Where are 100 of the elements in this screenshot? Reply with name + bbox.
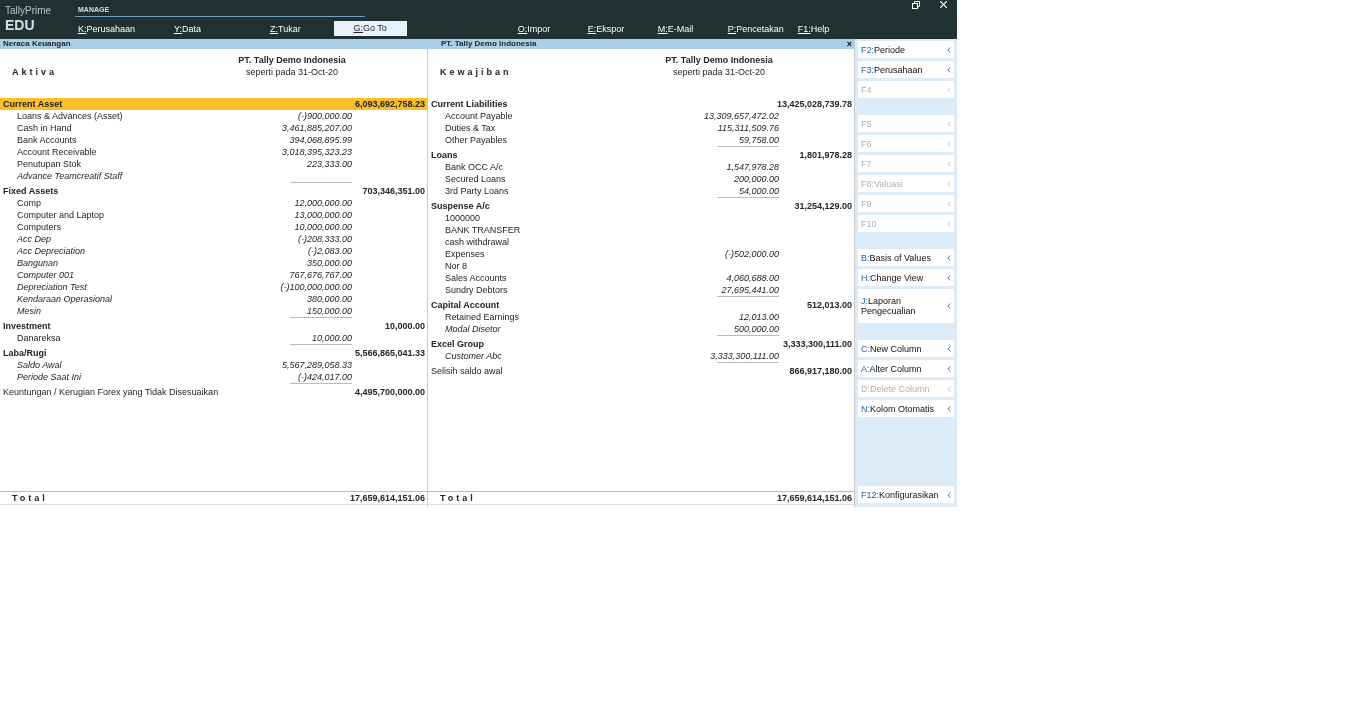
ledger-name: Account Receivable — [16, 146, 98, 158]
chevron-icon — [947, 86, 951, 93]
chevron-icon — [947, 120, 951, 127]
sidebar-button[interactable]: F3:Perusahaan — [858, 61, 954, 78]
ledger-amount: 54,000.00 — [737, 185, 779, 197]
chevron-icon — [947, 491, 951, 498]
close-button[interactable]: × — [846, 40, 852, 48]
sidebar-button[interactable]: F2:Periode — [858, 41, 954, 58]
account-name: Investment — [2, 320, 52, 332]
ledger-amount: (-)208,333.00 — [296, 233, 352, 245]
ledger-amount: 13,000,000.00 — [293, 209, 352, 221]
group-row[interactable]: Loans 1,801,978.28 — [428, 149, 854, 161]
total-label: Total — [11, 492, 49, 504]
group-row[interactable]: Fixed Assets 703,346,351.00 — [0, 185, 427, 197]
ledger-name: Secured Loans — [444, 173, 507, 185]
menu-item[interactable]: O:Impor — [514, 22, 585, 35]
sidebar-button[interactable]: A:Alter Column — [858, 360, 954, 377]
ledger-name: Danareksa — [16, 332, 62, 344]
ledger-name: 1000000 — [444, 212, 482, 224]
ledger-amount: 12,013.00 — [737, 311, 779, 323]
group-amount: 13,425,028,739.78 — [775, 98, 853, 110]
group-amount: 4,495,700,000.00 — [353, 386, 426, 398]
menu-item[interactable]: F1:Help — [794, 22, 865, 35]
ledger-name: Customer Abc — [444, 350, 503, 362]
chevron-icon — [947, 220, 951, 227]
account-name: Fixed Assets — [2, 185, 60, 197]
ledger-name: Bank Accounts — [16, 134, 78, 146]
group-amount: 1,801,978.28 — [798, 149, 853, 161]
menu-item[interactable]: P:Pencetakan — [724, 22, 795, 35]
group-row[interactable]: Capital Account 512,013.00 — [428, 299, 854, 311]
group-amount: 512,013.00 — [805, 299, 853, 311]
chevron-icon — [947, 66, 951, 73]
ledger-amount: (-)2,083.00 — [306, 245, 352, 257]
ledger-name: Acc Depreciation — [16, 245, 87, 257]
company-name: PT. Tally Demo Indonesia — [664, 54, 774, 66]
menu-item[interactable]: K:Perusahaan — [75, 22, 171, 35]
sidebar-button[interactable]: F12:Konfigurasikan — [858, 486, 954, 503]
group-row[interactable]: Investment 10,000.00 — [0, 320, 427, 332]
ledger-name: Cash in Hand — [16, 122, 73, 134]
account-name: Capital Account — [430, 299, 501, 311]
menu-item[interactable]: Z:Tukar — [267, 22, 304, 35]
ledger-name: cash withdrawal — [444, 236, 511, 248]
section-heading: Aktiva — [11, 66, 58, 79]
ledger-amount: 500,000.00 — [732, 323, 779, 335]
account-name: Suspense A/c — [430, 200, 491, 212]
sidebar-button[interactable]: J:Laporan Pengecualian — [858, 289, 954, 323]
ledger-name: 3rd Party Loans — [444, 185, 510, 197]
group-amount: 10,000.00 — [383, 320, 426, 332]
ledger-amount: 767,676,767.00 — [288, 269, 352, 281]
ledger-name: Computers — [16, 221, 62, 233]
group-row[interactable]: Current Liabilities 13,425,028,739.78 — [428, 98, 854, 110]
chevron-icon — [947, 274, 951, 281]
sidebar-button[interactable]: B:Basis of Values — [858, 249, 954, 266]
group-row[interactable]: Excel Group 3,333,300,111.00 — [428, 338, 854, 350]
account-name: Selisih saldo awal — [430, 365, 504, 377]
restore-icon[interactable] — [912, 1, 920, 9]
ledger-name: Expenses — [444, 248, 486, 260]
ledger-name: Saldo Awal — [16, 359, 63, 371]
ledger-name: Periode Saat Ini — [16, 371, 83, 383]
chevron-icon — [947, 160, 951, 167]
ledger-amount: 115,311,509.76 — [716, 122, 779, 134]
ledger-amount: 4,060,688.00 — [725, 272, 779, 284]
report-date: seperti pada 31-Oct-20 — [244, 66, 340, 78]
group-row[interactable]: Laba/Rugi 5,566,865,041.33 — [0, 347, 427, 359]
chevron-icon — [947, 345, 951, 352]
report-title: Neraca Keuangan — [3, 39, 71, 49]
sidebar-button[interactable]: C:New Column — [858, 340, 954, 357]
total-label: Total — [439, 492, 477, 504]
report-date: seperti pada 31-Oct-20 — [671, 66, 767, 78]
ledger-name: Bangunan — [16, 257, 60, 269]
account-name: Keuntungan / Kerugian Forex yang Tidak Disesuaikan — [2, 386, 220, 398]
close-icon[interactable] — [940, 1, 947, 8]
goto-button[interactable]: G:Go To — [333, 21, 407, 36]
group-row[interactable]: Selisih saldo awal 866,917,180.00 — [428, 365, 854, 377]
ledger-name: Other Payables — [444, 134, 509, 146]
ledger-amount: 13,309,657,472.02 — [702, 110, 779, 122]
ledger-name: Kendaraan Operasional — [16, 293, 114, 305]
sidebar-button[interactable]: N:Kolom Otomatis — [858, 400, 954, 417]
ledger-amount: 350,000.00 — [305, 257, 352, 269]
sidebar-button[interactable]: H:Change View — [858, 269, 954, 286]
ledger-amount: 12,000,000.00 — [293, 197, 352, 209]
ledger-name: BANK TRANSFER — [444, 224, 522, 236]
menu-item[interactable]: M:E-Mail — [654, 22, 725, 35]
group-row[interactable]: Suspense A/c 31,254,129.00 — [428, 200, 854, 212]
group-amount: 6,093,692,758.23 — [353, 98, 426, 110]
ledger-amount: 10,000,000.00 — [293, 221, 352, 233]
ledger-name: Sundry Debtors — [444, 284, 509, 296]
ledger-name: Acc Dep — [16, 233, 52, 245]
ledger-name: Duties & Tax — [444, 122, 497, 134]
group-amount: 5,566,865,041.33 — [353, 347, 426, 359]
menu-item[interactable]: E:Ekspor — [584, 22, 655, 35]
ledger-name: Comp — [16, 197, 42, 209]
menu-item[interactable]: Y:Data — [171, 22, 267, 35]
chevron-icon — [947, 303, 951, 309]
ledger-amount: 3,461,885,207.00 — [280, 122, 352, 134]
chevron-icon — [947, 385, 951, 392]
group-row[interactable]: Keuntungan / Kerugian Forex yang Tidak Disesuaikan 4,495,700,000.00 — [0, 386, 427, 398]
selected-row[interactable]: Current Asset 6,093,692,758.23 — [0, 98, 427, 110]
chevron-icon — [947, 180, 951, 187]
app-edition: EDU — [5, 17, 35, 33]
